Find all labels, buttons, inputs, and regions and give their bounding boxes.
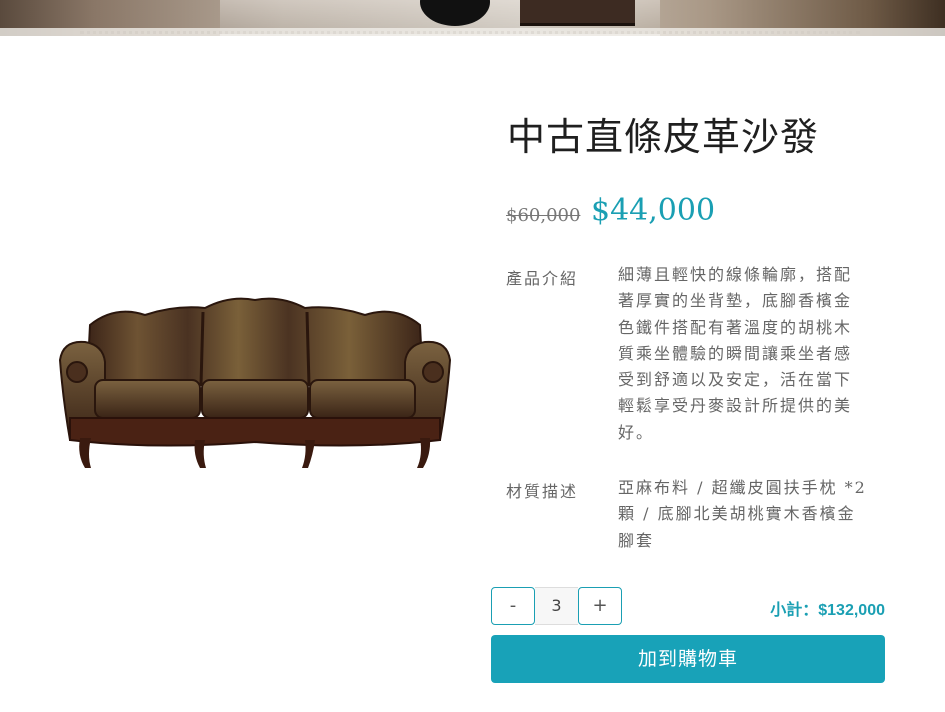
product-image-sofa [58, 297, 452, 468]
material-text: 亞麻布料 / 超纖皮圓扶手枕 *2顆 / 底腳北美胡桃實木香檳金腳套 [618, 478, 867, 550]
quantity-decrease-button[interactable]: - [491, 587, 535, 625]
intro-text: 細薄且輕快的線條輪廓，搭配著厚實的坐背墊，底腳香檳金色鐵件搭配有著溫度的胡桃木質… [618, 265, 853, 442]
intro-label: 產品介紹 [506, 269, 579, 288]
add-to-cart-button[interactable]: 加到購物車 [491, 635, 885, 683]
subtotal: 小計：$132,000 [770, 602, 885, 619]
product-title: 中古直條皮革沙發 [507, 115, 820, 159]
sale-price: $44,000 [591, 193, 716, 228]
original-price: $60,000 [506, 205, 581, 226]
quantity-input[interactable]: 3 [535, 587, 578, 625]
quantity-increase-button[interactable]: + [578, 587, 622, 625]
hero-banner-image [0, 0, 945, 36]
material-label: 材質描述 [506, 482, 579, 501]
